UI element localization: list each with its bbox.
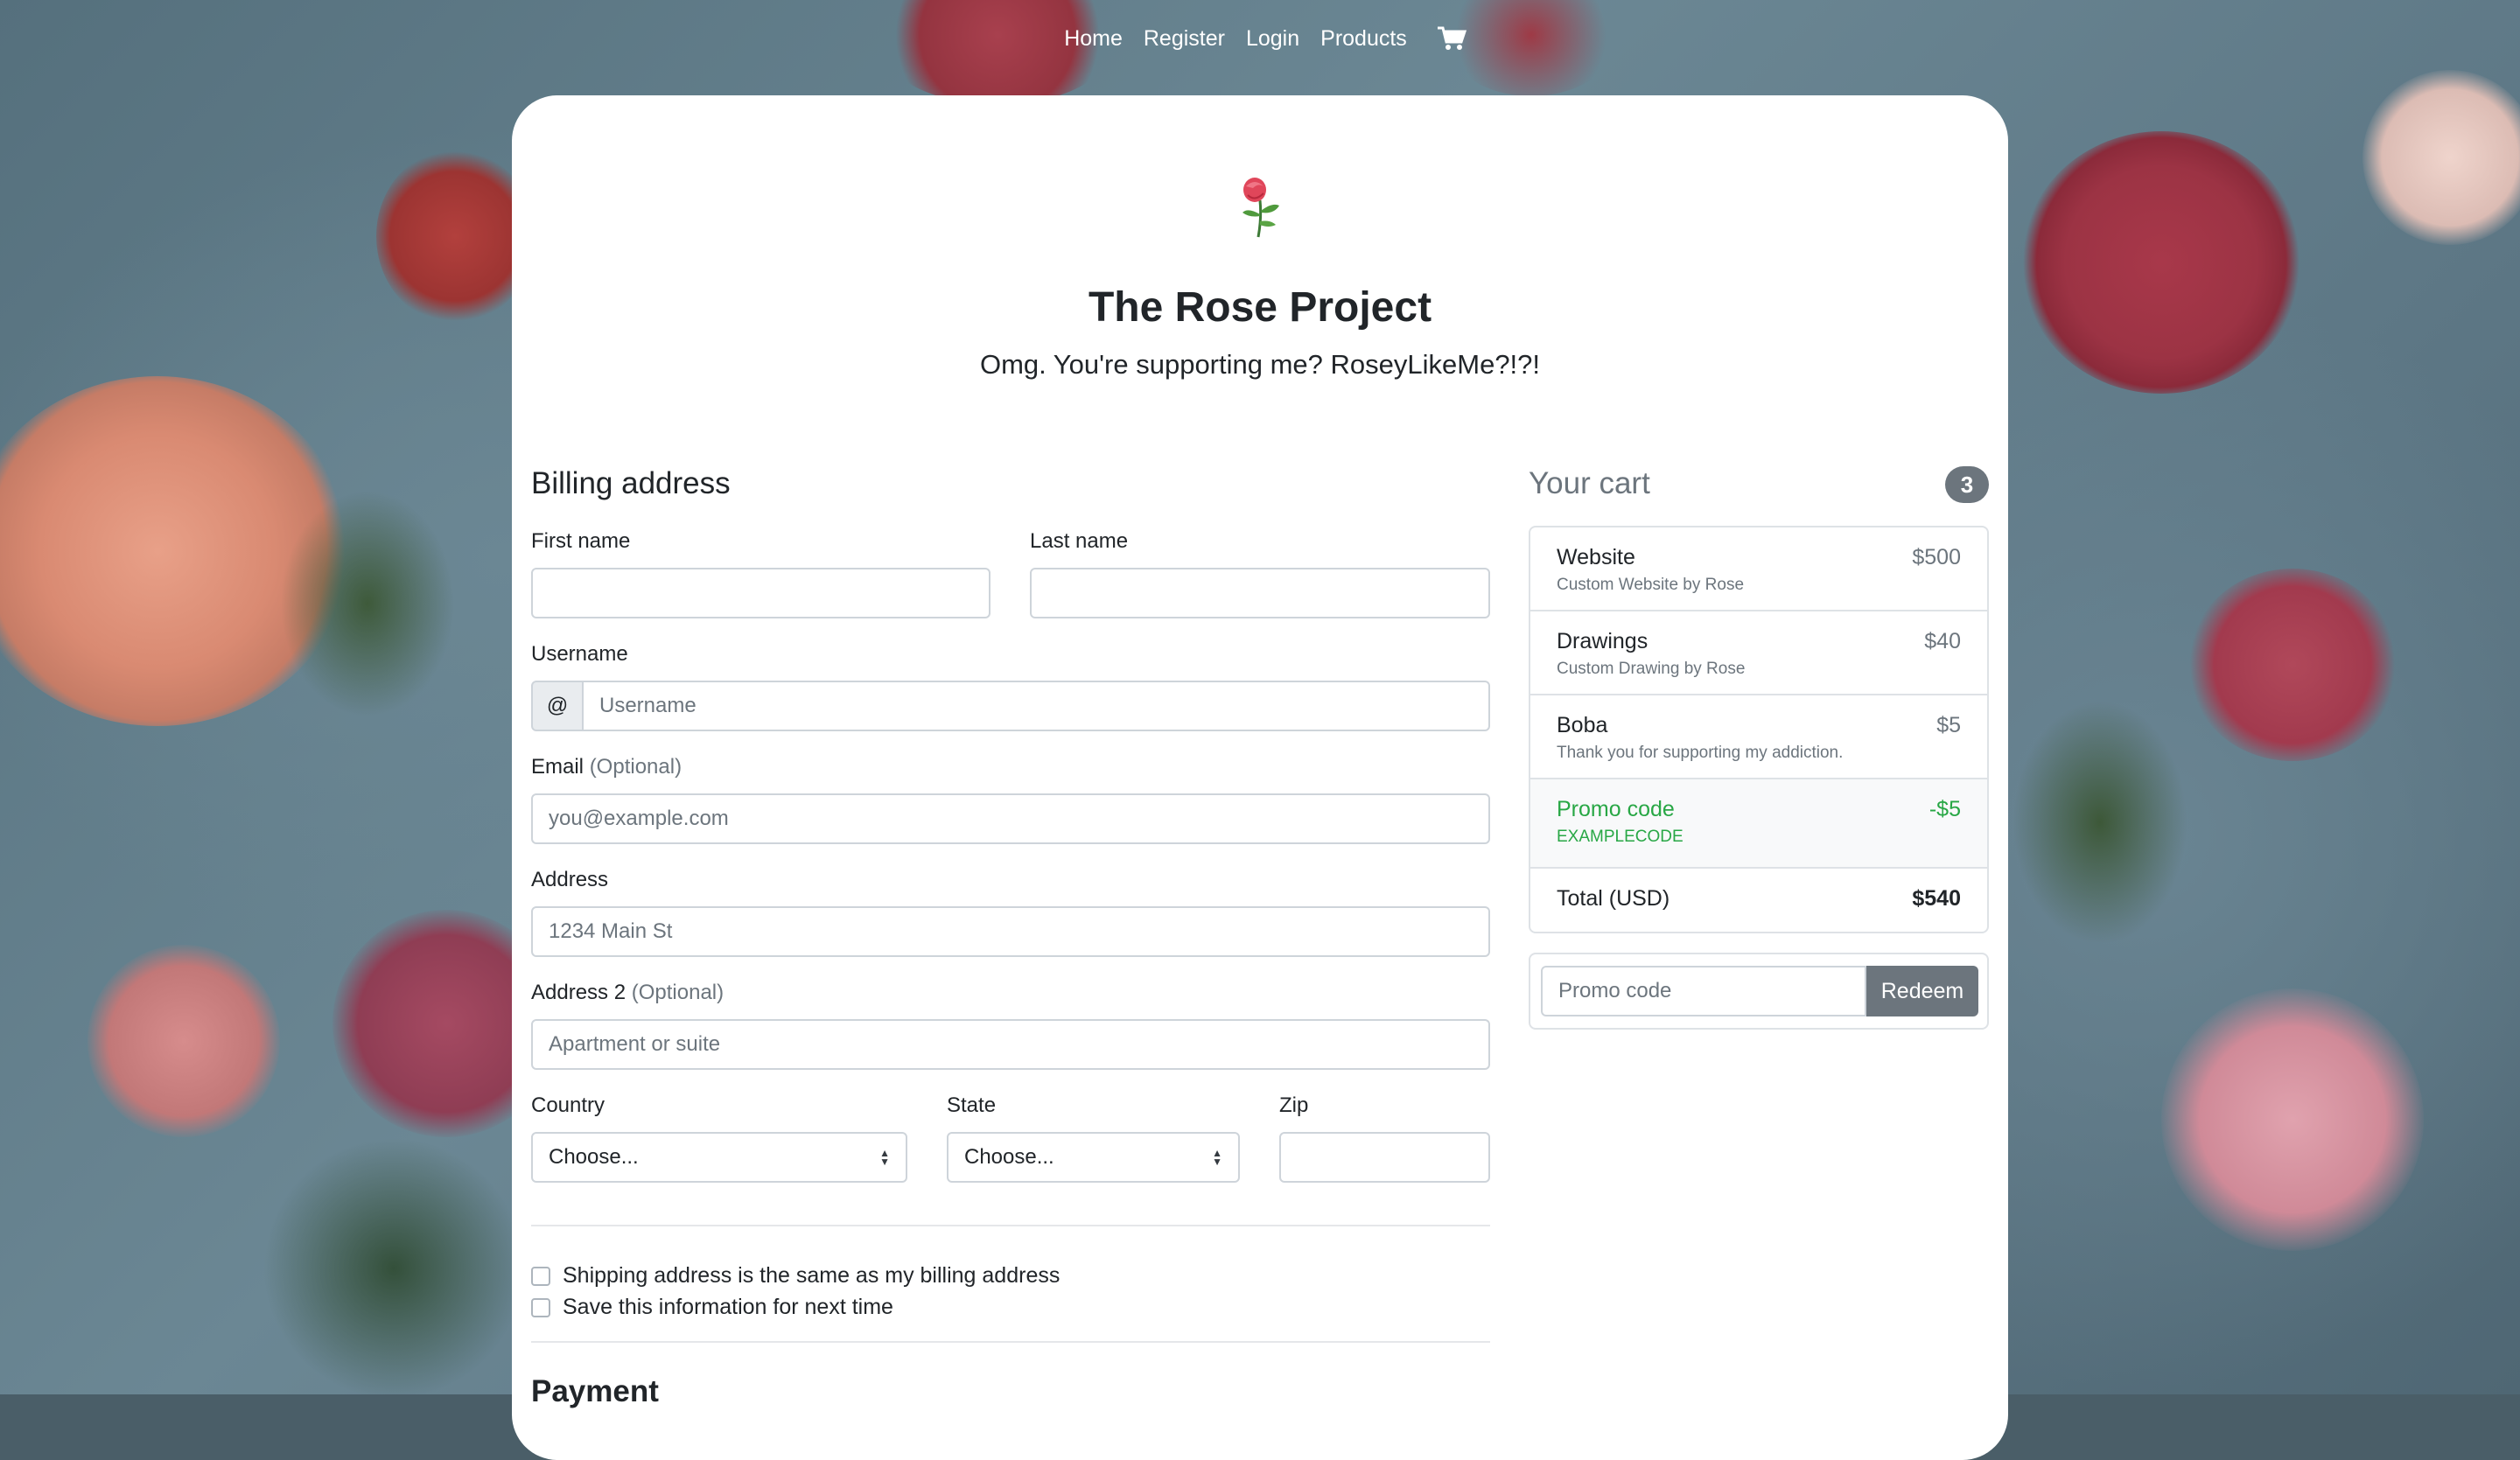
email-label-text: Email	[531, 755, 584, 779]
cart-item-name: Drawings	[1557, 629, 1648, 653]
redeem-button[interactable]: Redeem	[1866, 966, 1978, 1016]
shopping-cart-icon[interactable]	[1437, 23, 1466, 54]
shipping-same-label: Shipping address is the same as my billi…	[563, 1263, 1060, 1288]
cart-item-desc: Custom Website by Rose	[1557, 576, 1745, 594]
zip-label: Zip	[1279, 1093, 1309, 1117]
cart-item-name: Website	[1557, 545, 1635, 569]
rose-icon	[1236, 176, 1286, 239]
save-info-checkbox[interactable]: Save this information for next time	[531, 1295, 893, 1320]
cart-item-price: $40	[1924, 629, 1961, 653]
total-value: $540	[1912, 886, 1961, 911]
cart-item-desc: Thank you for supporting my addiction.	[1557, 744, 1844, 762]
promo-name: Promo code	[1557, 797, 1675, 821]
cart-total-row: Total (USD) $540	[1530, 869, 1987, 932]
select-arrows-icon: ▲ ▼	[879, 1147, 890, 1168]
checkbox-box[interactable]	[531, 1266, 550, 1286]
page-subtitle: Omg. You're supporting me? RoseyLikeMe?!…	[979, 349, 1541, 380]
email-optional-text: (Optional)	[589, 755, 682, 779]
divider	[531, 1225, 1490, 1226]
nav-products-link[interactable]: Products	[1310, 23, 1418, 54]
address2-optional-text: (Optional)	[631, 981, 724, 1004]
address-input[interactable]: 1234 Main St	[531, 906, 1490, 957]
state-label: State	[947, 1093, 997, 1117]
cart-promo-row: Promo code EXAMPLECODE -$5	[1530, 779, 1987, 869]
cart-item-name: Boba	[1557, 713, 1608, 737]
promo-code: EXAMPLECODE	[1557, 828, 1684, 846]
username-label: Username	[531, 642, 628, 666]
nav-register-link[interactable]: Register	[1133, 23, 1236, 54]
checkout-card: The Rose Project Omg. You're supporting …	[512, 95, 2008, 1460]
cart-item: Drawings Custom Drawing by Rose $40	[1530, 611, 1987, 695]
address2-label-text: Address 2	[531, 981, 626, 1004]
cart-count-badge: 3	[1945, 466, 1989, 503]
email-input[interactable]: you@example.com	[531, 793, 1490, 844]
promo-code-input[interactable]: Promo code	[1541, 966, 1866, 1016]
first-name-input[interactable]	[531, 568, 990, 618]
nav-home-link[interactable]: Home	[1054, 23, 1133, 54]
username-input[interactable]: Username	[582, 681, 1490, 731]
cart-title: Your cart	[1529, 466, 1650, 500]
cart-item-list: Website Custom Website by Rose $500 Draw…	[1529, 526, 1989, 933]
address2-input[interactable]: Apartment or suite	[531, 1019, 1490, 1070]
last-name-input[interactable]	[1030, 568, 1490, 618]
promo-discount: -$5	[1928, 797, 1961, 821]
promo-form: Promo code Redeem	[1529, 953, 1989, 1030]
cart-item-desc: Custom Drawing by Rose	[1557, 660, 1746, 678]
cart-item: Boba Thank you for supporting my addicti…	[1530, 695, 1987, 779]
zip-input[interactable]	[1279, 1132, 1490, 1183]
select-arrows-icon: ▲ ▼	[1212, 1147, 1222, 1168]
username-prefix: @	[531, 681, 584, 731]
payment-heading: Payment	[531, 1374, 659, 1408]
country-select[interactable]: Choose... ▲ ▼	[531, 1132, 907, 1183]
save-info-label: Save this information for next time	[563, 1295, 893, 1319]
total-label: Total (USD)	[1557, 886, 1670, 911]
page-title: The Rose Project	[1088, 284, 1432, 331]
top-nav: Home Register Login Products	[0, 23, 2520, 54]
state-select[interactable]: Choose... ▲ ▼	[947, 1132, 1240, 1183]
first-name-label: First name	[531, 529, 631, 553]
country-select-value: Choose...	[549, 1145, 639, 1169]
cart-item-price: $500	[1912, 545, 1961, 569]
address-label: Address	[531, 868, 609, 891]
last-name-label: Last name	[1030, 529, 1129, 553]
shipping-same-checkbox[interactable]: Shipping address is the same as my billi…	[531, 1263, 1060, 1289]
cart-item-price: $5	[1936, 713, 1961, 737]
cart-item: Website Custom Website by Rose $500	[1530, 527, 1987, 611]
state-select-value: Choose...	[964, 1145, 1054, 1169]
divider	[531, 1341, 1490, 1343]
billing-heading: Billing address	[531, 466, 731, 500]
email-label: Email (Optional)	[531, 755, 682, 779]
address2-label: Address 2 (Optional)	[531, 981, 724, 1005]
nav-login-link[interactable]: Login	[1236, 23, 1310, 54]
country-label: Country	[531, 1093, 606, 1117]
checkbox-box[interactable]	[531, 1297, 550, 1317]
